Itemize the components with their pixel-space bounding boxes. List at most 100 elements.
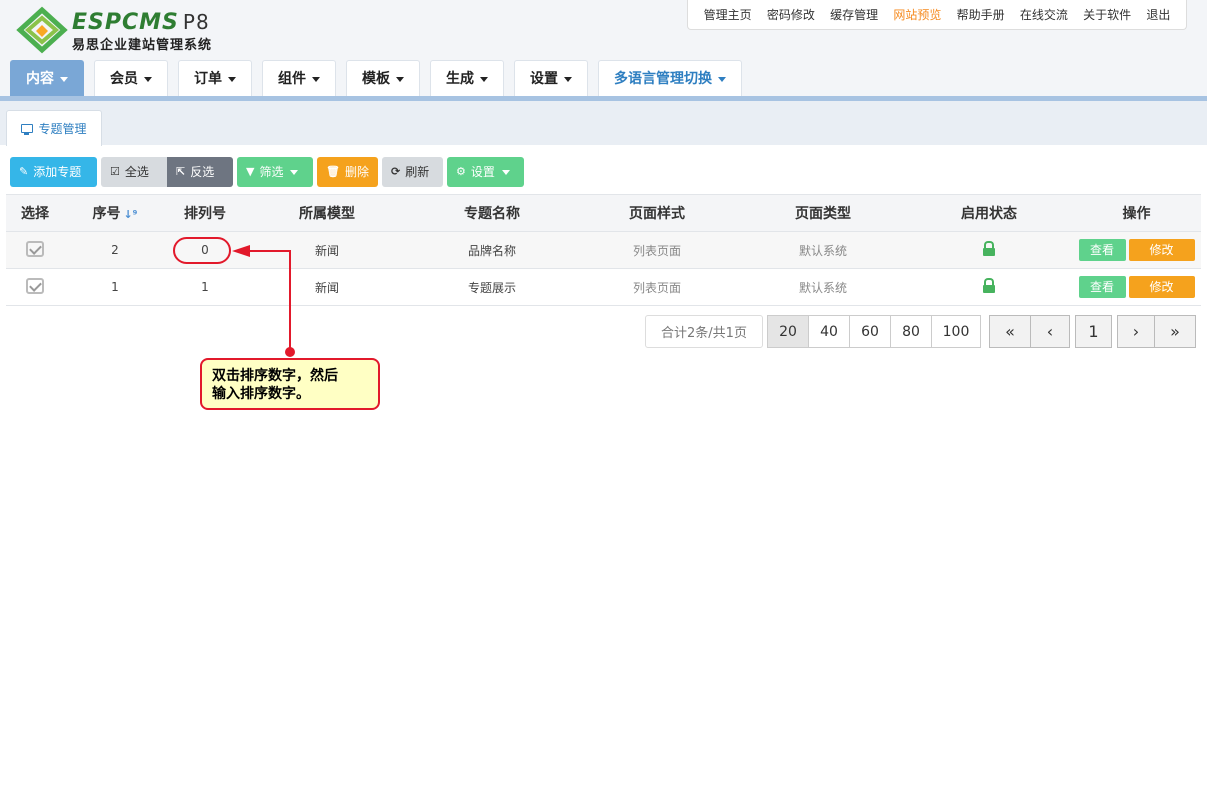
filter-button[interactable]: ▼ 筛选 <box>237 157 313 187</box>
table-row: 1 1 新闻 专题展示 列表页面 默认系统 查看 修改 <box>6 268 1201 306</box>
tab-topic-manage[interactable]: 专题管理 <box>6 110 102 146</box>
caret-down-icon <box>480 76 488 82</box>
link-online-chat[interactable]: 在线交流 <box>1020 6 1068 23</box>
page-size-60[interactable]: 60 <box>849 315 891 348</box>
toolbar: ✎ 添加专题 ☑ 全选 ⇱ 反选 ▼ 筛选 🗑 删除 ⟳ 刷新 ⚙ 设置 <box>10 157 524 187</box>
trash-icon: 🗑 <box>326 165 340 178</box>
row-topic-name: 专题展示 <box>410 268 574 306</box>
unlock-icon[interactable] <box>983 285 995 293</box>
col-order: 排列号 <box>166 194 244 232</box>
page-number-1[interactable]: 1 <box>1075 315 1112 348</box>
sub-tab-strip: 专题管理 <box>0 101 1207 146</box>
row-model: 新闻 <box>244 268 410 306</box>
link-site-preview[interactable]: 网站预览 <box>893 6 941 23</box>
link-help-manual[interactable]: 帮助手册 <box>957 6 1005 23</box>
row-checkbox[interactable] <box>26 277 44 294</box>
annotation-line-2: 输入排序数字。 <box>212 386 310 402</box>
annotation-callout: 双击排序数字，然后 输入排序数字。 <box>200 358 380 410</box>
nav-tab-components[interactable]: 组件 <box>262 60 336 96</box>
row-checkbox-cell <box>6 231 64 269</box>
link-admin-home[interactable]: 管理主页 <box>704 6 752 23</box>
page-size-80[interactable]: 80 <box>890 315 932 348</box>
check-square-icon: ☑ <box>110 165 120 178</box>
nav-tab-content[interactable]: 内容 <box>10 60 84 96</box>
nav-tab-templates[interactable]: 模板 <box>346 60 420 96</box>
refresh-button[interactable]: ⟳ 刷新 <box>382 157 443 187</box>
view-button[interactable]: 查看 <box>1078 276 1126 298</box>
row-id: 1 <box>64 268 166 306</box>
row-page-type: 默认系统 <box>740 268 906 306</box>
caret-down-icon <box>228 76 236 82</box>
col-topic-name: 专题名称 <box>410 194 574 232</box>
col-id[interactable]: 序号 ↓⁹ <box>64 194 166 232</box>
edit-icon: ✎ <box>19 165 29 178</box>
pagination-nav: « ‹ 1 › » <box>989 315 1196 348</box>
link-about[interactable]: 关于软件 <box>1083 6 1131 23</box>
row-topic-name: 品牌名称 <box>410 231 574 269</box>
unlock-icon[interactable] <box>983 248 995 256</box>
first-page-icon[interactable]: « <box>989 315 1031 348</box>
row-status-cell <box>906 231 1072 269</box>
row-checkbox[interactable] <box>26 240 44 257</box>
refresh-icon: ⟳ <box>391 165 401 178</box>
col-actions: 操作 <box>1072 194 1201 232</box>
row-id: 2 <box>64 231 166 269</box>
link-change-password[interactable]: 密码修改 <box>767 6 815 23</box>
caret-down-icon <box>290 169 299 175</box>
col-status: 启用状态 <box>906 194 1072 232</box>
page-size-100[interactable]: 100 <box>931 315 981 348</box>
view-button[interactable]: 查看 <box>1078 239 1126 261</box>
row-actions: 查看 修改 <box>1072 268 1201 306</box>
page-size-selector: 20 40 60 80 100 <box>767 315 981 348</box>
filter-icon: ▼ <box>246 165 255 178</box>
row-status-cell <box>906 268 1072 306</box>
annotation-line-1: 双击排序数字，然后 <box>212 368 338 384</box>
main-nav: 内容 会员 订单 组件 模板 生成 设置 多语言管理切换 <box>10 60 752 96</box>
row-page-style: 列表页面 <box>574 231 740 269</box>
caret-down-icon <box>312 76 320 82</box>
brand-subtitle: 易思企业建站管理系统 <box>72 38 213 53</box>
caret-down-icon <box>396 76 404 82</box>
caret-down-icon <box>718 76 726 82</box>
annotation-line-vertical <box>289 250 291 350</box>
add-topic-button[interactable]: ✎ 添加专题 <box>10 157 97 187</box>
prev-page-icon[interactable]: ‹ <box>1030 315 1070 348</box>
header: ESPCMS P8 易思企业建站管理系统 管理主页 密码修改 缓存管理 网站预览 … <box>0 0 1207 96</box>
row-page-type: 默认系统 <box>740 231 906 269</box>
edit-button[interactable]: 修改 <box>1128 239 1195 261</box>
delete-button[interactable]: 🗑 删除 <box>317 157 378 187</box>
next-page-icon[interactable]: › <box>1117 315 1155 348</box>
espcms-logo-icon <box>16 6 68 54</box>
gear-icon: ⚙ <box>456 165 466 178</box>
sort-icon[interactable]: ↓⁹ <box>123 208 137 221</box>
nav-tab-orders[interactable]: 订单 <box>178 60 252 96</box>
col-page-style: 页面样式 <box>574 194 740 232</box>
monitor-icon <box>21 124 34 135</box>
settings-button[interactable]: ⚙ 设置 <box>447 157 524 187</box>
link-logout[interactable]: 退出 <box>1146 6 1170 23</box>
nav-tab-generate[interactable]: 生成 <box>430 60 504 96</box>
nav-tab-language-switch[interactable]: 多语言管理切换 <box>598 60 742 96</box>
caret-down-icon <box>564 76 572 82</box>
col-model: 所属模型 <box>244 194 410 232</box>
brand-name: ESPCMS P8 <box>72 10 210 35</box>
tab-topic-manage-label: 专题管理 <box>38 122 87 136</box>
page-size-20[interactable]: 20 <box>767 315 809 348</box>
table-header-row: 选择 序号 ↓⁹ 排列号 所属模型 专题名称 页面样式 页面类型 启用状态 操作 <box>6 194 1201 232</box>
nav-tab-settings[interactable]: 设置 <box>514 60 588 96</box>
edit-button[interactable]: 修改 <box>1128 276 1195 298</box>
caret-down-icon <box>60 76 68 82</box>
pagination-info: 合计2条/共1页 <box>645 315 763 348</box>
col-select: 选择 <box>6 194 64 232</box>
caret-down-icon <box>144 76 152 82</box>
row-actions: 查看 修改 <box>1072 231 1201 269</box>
page-size-40[interactable]: 40 <box>808 315 850 348</box>
annotation-highlight <box>173 237 231 264</box>
invert-select-button[interactable]: ⇱ 反选 <box>167 157 233 187</box>
link-cache-manage[interactable]: 缓存管理 <box>830 6 878 23</box>
select-all-button[interactable]: ☑ 全选 <box>101 157 167 187</box>
annotation-dot <box>285 347 295 357</box>
nav-tab-members[interactable]: 会员 <box>94 60 168 96</box>
row-order[interactable]: 1 <box>166 268 244 306</box>
last-page-icon[interactable]: » <box>1154 315 1196 348</box>
